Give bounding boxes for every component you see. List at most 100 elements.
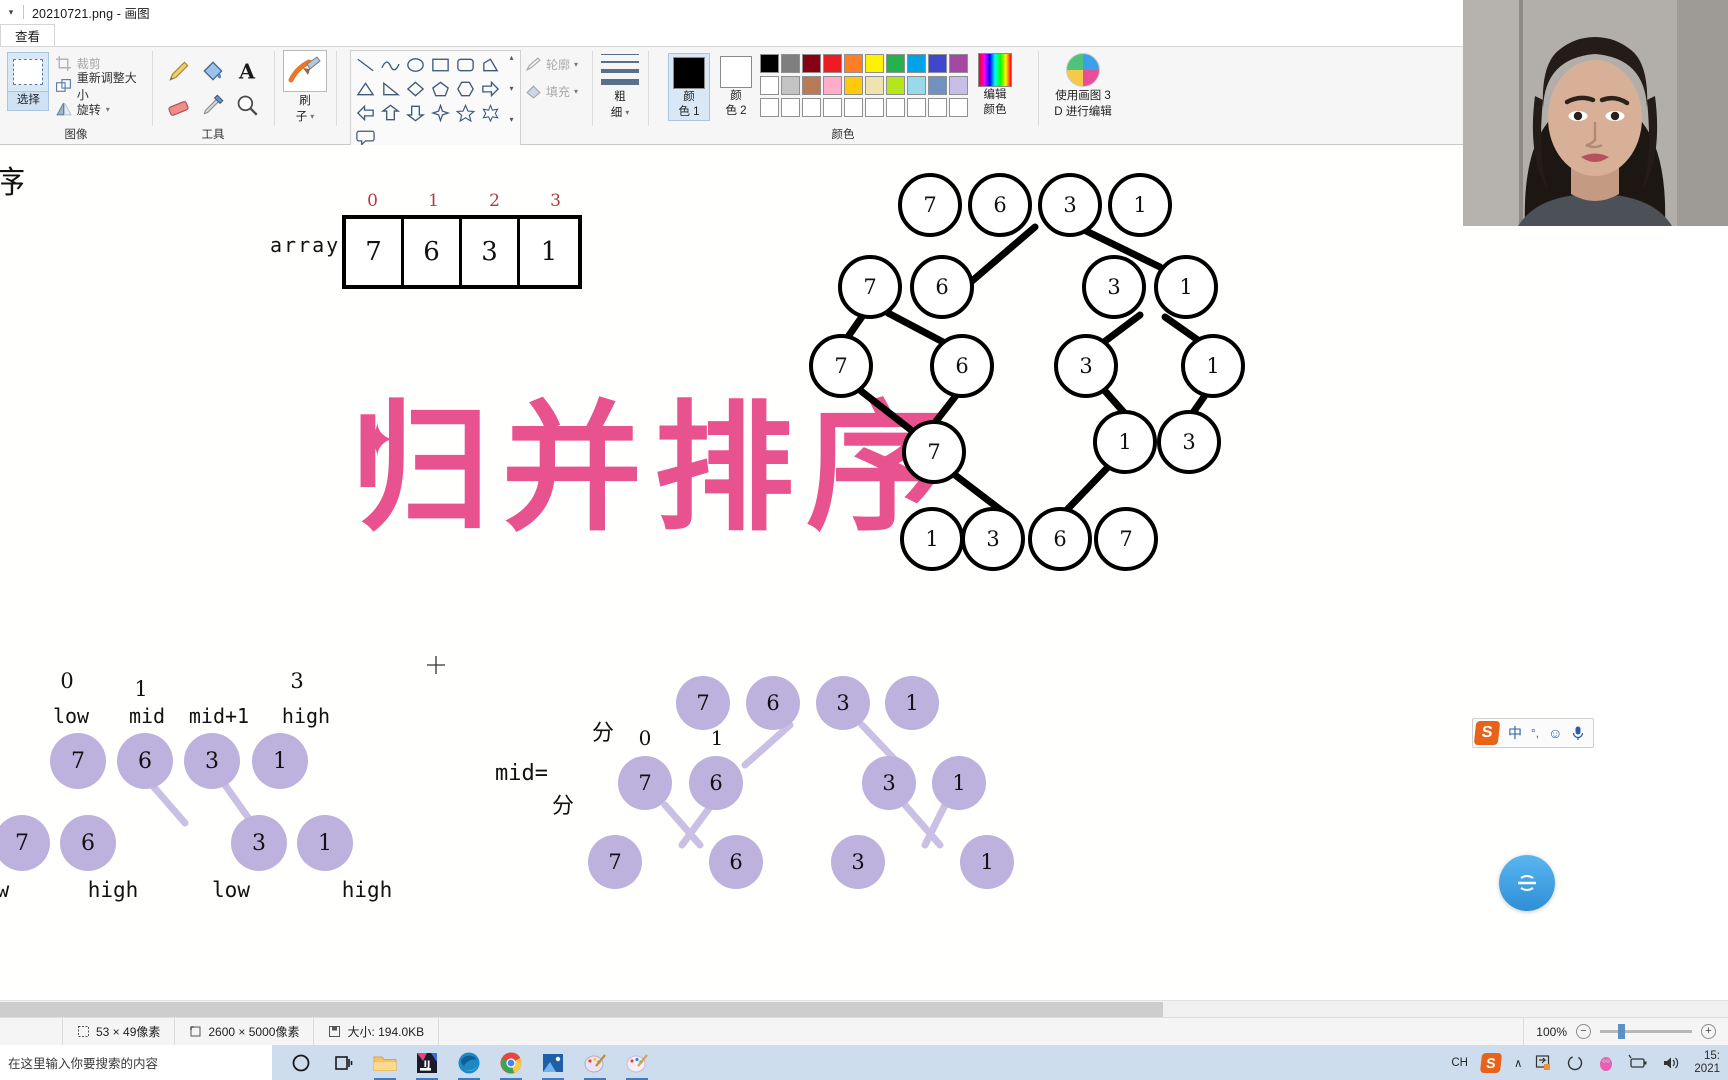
chevron-down-icon[interactable]: ▾ (574, 60, 578, 69)
eraser-icon[interactable] (166, 92, 192, 118)
chevron-down-icon[interactable]: ▾ (310, 110, 314, 124)
qq-penguin-icon[interactable] (1597, 1054, 1615, 1072)
battery-icon[interactable] (1628, 1054, 1648, 1072)
tray-app-icon[interactable] (1535, 1054, 1553, 1072)
palette-swatch[interactable] (823, 54, 842, 73)
chevron-down-icon[interactable]: ▾ (106, 105, 110, 114)
shape-oval-icon[interactable] (405, 56, 426, 74)
shape-right-triangle-icon[interactable] (380, 80, 401, 98)
fill-button[interactable]: 填充 ▾ (525, 83, 578, 100)
sogou-ime-floating-bar[interactable]: S 中 °, ☺ (1472, 718, 1595, 748)
outline-button[interactable]: 轮廓 ▾ (525, 56, 578, 73)
palette-swatch[interactable] (760, 76, 779, 95)
google-chrome-icon[interactable] (498, 1050, 524, 1080)
palette-swatch[interactable] (907, 54, 926, 73)
palette-swatch[interactable] (886, 98, 905, 117)
palette-swatch[interactable] (865, 76, 884, 95)
shape-six-point-star-icon[interactable] (480, 104, 501, 122)
task-view-icon[interactable] (330, 1050, 356, 1076)
edit-colors-button[interactable]: 编辑 颜色 (972, 50, 1018, 117)
zoom-in-button[interactable]: + (1701, 1024, 1716, 1039)
shape-right-arrow-icon[interactable] (480, 80, 501, 98)
palette-swatch[interactable] (886, 54, 905, 73)
palette-swatch[interactable] (760, 98, 779, 117)
paint-icon[interactable] (624, 1050, 650, 1080)
photos-icon[interactable] (540, 1050, 566, 1080)
tray-chevron-icon[interactable]: ∧ (1514, 1056, 1522, 1070)
intellij-idea-icon[interactable]: IJ (414, 1050, 440, 1080)
open-paint3d-button[interactable]: 使用画图 3 D 进行编辑 (1048, 50, 1118, 119)
shape-up-arrow-icon[interactable] (380, 104, 401, 122)
tab-view[interactable]: 查看 (0, 24, 56, 46)
paint3d-icon[interactable] (582, 1050, 608, 1080)
tray-clock[interactable]: 15: 2021 (1694, 1050, 1720, 1076)
palette-swatch[interactable] (844, 98, 863, 117)
cortana-icon[interactable] (288, 1050, 314, 1076)
shape-rectangle-icon[interactable] (430, 56, 451, 74)
palette-swatch[interactable] (844, 76, 863, 95)
shapes-scroll[interactable]: ▴ ▾ ▾ (505, 53, 518, 125)
rotate-button[interactable]: 旋转 ▾ (55, 100, 146, 118)
shape-polygon-icon[interactable] (480, 56, 501, 74)
tray-sync-icon[interactable] (1566, 1054, 1584, 1072)
image-canvas[interactable]: 序 array 0123 7631 归并排序 ✦ 763176317631713… (0, 145, 1570, 985)
canvas-area[interactable]: 序 array 0123 7631 归并排序 ✦ 763176317631713… (0, 145, 1728, 1007)
shape-rounded-rect-icon[interactable] (455, 56, 476, 74)
palette-swatch[interactable] (949, 76, 968, 95)
thickness-button[interactable]: 粗 细 ▾ (597, 50, 643, 120)
ime-punctuation-toggle[interactable]: °, (1531, 726, 1539, 740)
shape-down-arrow-icon[interactable] (405, 104, 426, 122)
palette-swatch[interactable] (907, 76, 926, 95)
palette-swatch[interactable] (781, 54, 800, 73)
palette-swatch[interactable] (928, 54, 947, 73)
chevron-down-icon[interactable]: ▾ (4, 7, 18, 18)
palette-swatch[interactable] (865, 54, 884, 73)
floating-action-button[interactable] (1499, 855, 1555, 911)
palette-swatch[interactable] (823, 76, 842, 95)
palette-swatch[interactable] (781, 98, 800, 117)
color-picker-icon[interactable] (200, 92, 226, 118)
tray-ime-lang[interactable]: CH (1451, 1057, 1468, 1069)
palette-swatch[interactable] (865, 98, 884, 117)
shape-line-icon[interactable] (355, 56, 376, 74)
palette-swatch[interactable] (802, 98, 821, 117)
shape-curve-icon[interactable] (380, 56, 401, 74)
ime-mode-toggle[interactable]: 中 (1508, 723, 1522, 743)
palette-swatch[interactable] (907, 98, 926, 117)
palette-swatch[interactable] (760, 54, 779, 73)
ime-emoji-icon[interactable]: ☺ (1548, 725, 1562, 741)
shape-four-point-star-icon[interactable] (430, 104, 451, 122)
color1-button[interactable]: 颜 色 1 (668, 53, 710, 121)
palette-swatch[interactable] (781, 76, 800, 95)
shape-diamond-icon[interactable] (405, 80, 426, 98)
shapes-gallery[interactable]: ▴ ▾ ▾ (349, 50, 521, 152)
palette-swatch[interactable] (823, 98, 842, 117)
zoom-slider[interactable] (1600, 1024, 1692, 1039)
shape-left-arrow-icon[interactable] (355, 104, 376, 122)
taskbar-search-input[interactable]: 在这里输入你要搜索的内容 (0, 1045, 272, 1080)
palette-swatch[interactable] (928, 98, 947, 117)
shape-pentagon-icon[interactable] (430, 80, 451, 98)
palette-swatch[interactable] (802, 54, 821, 73)
chevron-down-icon[interactable]: ▾ (625, 106, 629, 120)
palette-swatch[interactable] (928, 76, 947, 95)
fill-bucket-icon[interactable] (200, 58, 226, 84)
magnifier-icon[interactable] (234, 92, 260, 118)
color2-button[interactable]: 颜 色 2 (716, 53, 756, 121)
shape-triangle-icon[interactable] (355, 80, 376, 98)
shape-rounded-callout-icon[interactable] (355, 128, 376, 146)
shape-five-point-star-icon[interactable] (455, 104, 476, 122)
file-explorer-icon[interactable] (372, 1050, 398, 1080)
chevron-down-icon[interactable]: ▾ (574, 87, 578, 96)
palette-swatch[interactable] (802, 76, 821, 95)
zoom-control[interactable]: 100% − + (1523, 1017, 1728, 1046)
text-tool-icon[interactable]: A (234, 58, 260, 84)
quick-access-toolbar[interactable]: ▾ (0, 5, 24, 19)
shapes-expand-icon[interactable]: ▾ (509, 115, 513, 125)
mic-icon[interactable] (1571, 725, 1585, 741)
pencil-icon[interactable] (166, 58, 192, 84)
resize-button[interactable]: 重新调整大小 (55, 71, 146, 102)
color-palette[interactable] (760, 50, 968, 118)
scroll-down-icon[interactable]: ▾ (509, 84, 513, 94)
brushes-button[interactable]: 刷 子 ▾ (279, 50, 331, 124)
